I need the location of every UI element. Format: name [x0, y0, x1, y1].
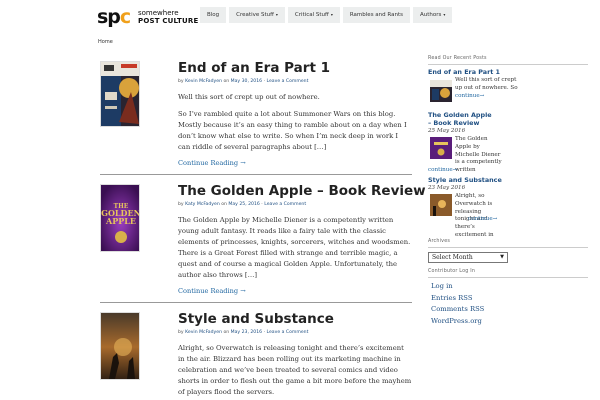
site-logo[interactable]: spc somewhere POST CULTURE — [97, 7, 209, 27]
nav-item-critical-stuff[interactable]: Critical Stuff ▾ — [287, 7, 340, 23]
chevron-down-icon: ▼ — [500, 254, 504, 260]
nav-item-creative-stuff[interactable]: Creative Stuff ▾ — [229, 7, 285, 23]
post-end-of-an-era: End of an Era Part 1 by Kevin McFadyen o… — [100, 61, 412, 171]
main-nav: Blog Creative Stuff ▾ Critical Stuff ▾ Ram… — [200, 7, 453, 23]
nav-item-blog[interactable]: Blog — [200, 7, 227, 23]
logo-tagline: somewhere POST CULTURE — [138, 9, 199, 25]
recent-post-item: Style and Substance 23 May 2016 Alright,… — [428, 176, 588, 238]
nav-item-rambles-and-rants[interactable]: Rambles and Rants — [342, 7, 410, 23]
post-content: Style and Substance by Kevin McFadyen on… — [178, 312, 412, 398]
post-title[interactable]: End of an Era Part 1 — [178, 61, 412, 76]
chevron-down-icon: ▾ — [275, 12, 278, 17]
leave-comment-link[interactable]: Leave a Comment — [266, 330, 308, 335]
recent-post-title[interactable]: Style and Substance — [428, 176, 588, 184]
author-link[interactable]: Katy McFadyen — [185, 202, 220, 207]
breadcrumb-home[interactable]: Home — [98, 39, 113, 45]
leave-comment-link[interactable]: Leave a Comment — [266, 79, 308, 84]
sidebar: Read Our Recent Posts End of an Era Part… — [428, 56, 588, 327]
post-thumbnail[interactable] — [100, 312, 140, 380]
post-title[interactable]: Style and Substance — [178, 312, 412, 327]
leave-comment-link[interactable]: Leave a Comment — [264, 202, 306, 207]
tagline-line-2: POST CULTURE — [138, 17, 199, 25]
recent-post-item: End of an Era Part 1 Well this sort of c… — [428, 68, 588, 109]
recent-post-date: 25 May 2016 — [428, 128, 466, 134]
recent-post-item: The Golden Apple – Book Review 25 May 20… — [428, 111, 588, 175]
post-golden-apple: THE GOLDEN APPLE The Golden Apple – Book… — [100, 184, 426, 300]
recent-post-title[interactable]: The Golden Apple – Book Review — [428, 111, 494, 127]
recent-post-thumbnail[interactable] — [430, 80, 452, 102]
post-content: End of an Era Part 1 by Kevin McFadyen o… — [178, 61, 412, 168]
recent-post-continue-link[interactable]: continue→ — [455, 93, 484, 99]
post-excerpt: The Golden Apple by Michelle Diener is a… — [178, 216, 411, 279]
post-excerpt: Alright, so Overwatch is releasing tonig… — [178, 344, 412, 396]
book-cover-title: THE GOLDEN APPLE — [101, 203, 140, 226]
date-link[interactable]: May 30, 2016 — [231, 79, 262, 84]
meta-links: Log in Entries RSS Comments RSS WordPres… — [428, 281, 588, 327]
post-title[interactable]: The Golden Apple – Book Review — [178, 184, 426, 199]
site-header: spc somewhere POST CULTURE Blog Creative… — [0, 0, 600, 34]
author-link[interactable]: Kevin McFadyen — [185, 330, 222, 335]
post-excerpt: So I’ve rambled quite a lot about Summon… — [178, 110, 407, 151]
widget-title-contributor-login: Contributor Log In — [428, 269, 476, 274]
wordpress-org-link[interactable]: WordPress.org — [431, 316, 588, 328]
widget-title-recent-posts: Read Our Recent Posts — [428, 56, 487, 61]
continue-reading-link[interactable]: Continue Reading → — [178, 159, 412, 167]
post-excerpt: Well this sort of crept up out of nowher… — [178, 93, 320, 101]
widget-divider — [428, 247, 588, 248]
recent-post-thumbnail[interactable] — [430, 137, 452, 159]
post-divider — [100, 174, 412, 175]
post-content: The Golden Apple – Book Review by Katy M… — [178, 184, 426, 296]
post-thumbnail[interactable]: THE GOLDEN APPLE — [100, 184, 140, 252]
tagline-line-1: somewhere — [138, 9, 179, 17]
widget-divider — [428, 64, 588, 65]
chevron-down-icon: ▾ — [443, 12, 446, 17]
recent-post-title[interactable]: End of an Era Part 1 — [428, 68, 588, 76]
widget-divider — [428, 277, 588, 278]
post-divider — [100, 302, 412, 303]
entries-rss-link[interactable]: Entries RSS — [431, 293, 588, 305]
recent-post-continue-link[interactable]: continue→ — [468, 216, 508, 224]
recent-post-date: 23 May 2016 — [428, 185, 466, 191]
logo-mark: spc — [97, 6, 131, 28]
author-link[interactable]: Kevin McFadyen — [185, 79, 222, 84]
post-thumbnail[interactable] — [100, 61, 140, 127]
recent-post-excerpt: Well this sort of crept up out of nowher… — [455, 77, 518, 91]
comments-rss-link[interactable]: Comments RSS — [431, 304, 588, 316]
chevron-down-icon: ▾ — [330, 12, 333, 17]
post-style-and-substance: Style and Substance by Kevin McFadyen on… — [100, 312, 412, 400]
post-meta: by Katy McFadyen on May 25, 2016 · Leave… — [178, 202, 307, 207]
log-in-link[interactable]: Log in — [431, 281, 588, 293]
recent-post-thumbnail[interactable] — [430, 194, 452, 216]
continue-reading-link[interactable]: Continue Reading → — [178, 287, 412, 295]
nav-item-authors[interactable]: Authors ▾ — [412, 7, 453, 23]
date-link[interactable]: May 25, 2016 — [228, 202, 259, 207]
post-meta: by Kevin McFadyen on May 30, 2016 · Leav… — [178, 79, 309, 84]
widget-title-archives: Archives — [428, 239, 451, 244]
recent-post-continue-link[interactable]: continue→ — [428, 167, 508, 175]
date-link[interactable]: May 23, 2016 — [231, 330, 262, 335]
archives-month-select[interactable]: Select Month ▼ — [428, 252, 508, 263]
post-meta: by Kevin McFadyen on May 23, 2016 · Leav… — [178, 330, 309, 335]
